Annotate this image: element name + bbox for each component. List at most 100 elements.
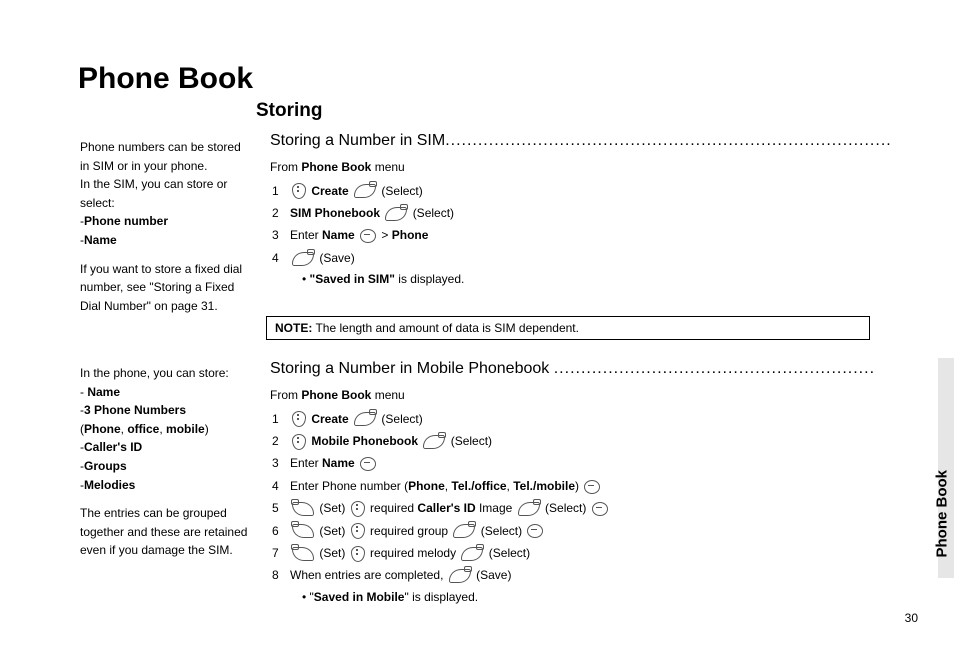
from-menu-line-2: From Phone Book menu: [270, 386, 890, 405]
mob-step4-b3: Tel./mobile: [513, 479, 575, 493]
mob-step3-a: Enter: [290, 456, 322, 470]
from2-prefix: From: [270, 388, 301, 402]
sim-result-prefix: •: [302, 272, 310, 286]
mob-result-bold: Saved in Mobile: [314, 590, 405, 604]
mob-step-1: Create (Select): [270, 409, 890, 429]
sidebar-mobile-li3: -Caller's ID: [80, 438, 248, 457]
mob-step5-sel: (Select): [545, 501, 586, 515]
mob-result-prefix: • ": [302, 590, 314, 604]
mob-step-4: Enter Phone number (Phone, Tel./office, …: [270, 476, 890, 496]
main-sim: From Phone Book menu Create (Select) SIM…: [270, 158, 890, 289]
mob-step4-d: ): [575, 479, 579, 493]
mob-step-3: Enter Name: [270, 453, 890, 473]
mob-step3-b: Name: [322, 456, 355, 470]
mob-step-8: When entries are completed, (Save): [270, 565, 890, 585]
mob-step4-b1: Phone: [408, 479, 445, 493]
from-bold: Phone Book: [301, 160, 371, 174]
page-number: 30: [905, 611, 918, 625]
mob-step1-b: Create: [311, 412, 348, 426]
sim-step3-mid: >: [381, 228, 391, 242]
mob-step2-b: Mobile Phonebook: [311, 434, 418, 448]
section-heading: Storing: [256, 100, 323, 122]
nav-key-icon: [351, 523, 365, 539]
softkey-icon: [449, 569, 471, 583]
sidebar-sim-p1: Phone numbers can be stored in SIM or in…: [80, 138, 248, 175]
round-key-icon: [592, 502, 608, 516]
steps-mobile: Create (Select) Mobile Phonebook (Select…: [270, 409, 890, 586]
sim-step-3: Enter Name > Phone: [270, 225, 890, 245]
round-key-icon: [360, 229, 376, 243]
sidebar-mobile: In the phone, you can store: - Name -3 P…: [80, 364, 248, 560]
sim-step1-create: Create: [311, 184, 348, 198]
sidebar-sim-li1: -Phone number: [80, 212, 248, 231]
sidebar-mobile-li2: -3 Phone Numbers: [80, 401, 248, 420]
subheading-mobile: Storing a Number in Mobile Phonebook ...…: [270, 360, 875, 378]
sidebar-mobile-li5: -Melodies: [80, 476, 248, 495]
sim-step1-paren: (Select): [381, 184, 422, 198]
from2-suffix: menu: [371, 388, 404, 402]
mob-step-2: Mobile Phonebook (Select): [270, 431, 890, 451]
note-text: The length and amount of data is SIM dep…: [312, 321, 579, 335]
round-key-icon: [584, 480, 600, 494]
nav-key-icon: [292, 183, 306, 199]
mob-step-5: (Set) required Caller's ID Image (Select…: [270, 498, 890, 518]
mob-step7-mid: required melody: [370, 546, 456, 560]
leader-dots: ........................................…: [554, 360, 875, 377]
softkey-left-icon: [292, 502, 314, 516]
sidebar-mobile-li4: -Groups: [80, 457, 248, 476]
sim-step4-paren: (Save): [319, 251, 354, 265]
mob-step4-b2: Tel./office: [451, 479, 506, 493]
sim-result-bold: "Saved in SIM": [310, 272, 395, 286]
mob-step6-mid: required group: [370, 524, 448, 538]
sim-step2-paren: (Select): [413, 206, 454, 220]
round-key-icon: [360, 457, 376, 471]
sb2-li2a: 3 Phone Numbers: [84, 403, 186, 417]
mob-step-6: (Set) required group (Select): [270, 521, 890, 541]
sim-step3-b2: Phone: [392, 228, 429, 242]
mob-step6-sel: (Select): [481, 524, 522, 538]
mob-step-7: (Set) required melody (Select): [270, 543, 890, 563]
steps-sim: Create (Select) SIM Phonebook (Select) E…: [270, 181, 890, 269]
softkey-left-icon: [292, 547, 314, 561]
softkey-left-icon: [292, 524, 314, 538]
page-title: Phone Book: [78, 62, 253, 96]
softkey-icon: [453, 524, 475, 538]
sidebar-mobile-li2b: (Phone, office, mobile): [80, 420, 248, 439]
mob-step2-paren: (Select): [451, 434, 492, 448]
subheading-sim: Storing a Number in SIM.................…: [270, 132, 892, 150]
softkey-icon: [354, 412, 376, 426]
mob-step1-paren: (Select): [381, 412, 422, 426]
subheading-sim-text: Storing a Number in SIM: [270, 132, 445, 149]
sb2-li2b-1: Phone: [84, 422, 121, 436]
mob-step8-paren: (Save): [476, 568, 511, 582]
sim-result-suffix: is displayed.: [395, 272, 464, 286]
side-tab-label: Phone Book: [934, 470, 951, 558]
subheading-mobile-text: Storing a Number in Mobile Phonebook: [270, 360, 549, 377]
softkey-icon: [292, 252, 314, 266]
sidebar-sim-li2: -Name: [80, 231, 248, 250]
mob-step5-set: (Set): [319, 501, 345, 515]
mobile-result: • "Saved in Mobile" is displayed.: [302, 588, 890, 607]
sidebar-mobile-li1: - Name: [80, 383, 248, 402]
sb2-li5: Melodies: [84, 478, 135, 492]
sim-step-1: Create (Select): [270, 181, 890, 201]
mob-step5-b: Caller's ID: [417, 501, 475, 515]
nav-key-icon: [351, 501, 365, 517]
mob-step5-img: Image: [476, 501, 513, 515]
page: Phone Book 30 Phone Book Storing Storing…: [0, 0, 954, 647]
mob-step8-a: When entries are completed,: [290, 568, 443, 582]
round-key-icon: [527, 524, 543, 538]
sb2-li2b-2: office: [127, 422, 159, 436]
main-mobile: From Phone Book menu Create (Select) Mob…: [270, 386, 890, 606]
mob-step6-set: (Set): [319, 524, 345, 538]
sb2-li3: Caller's ID: [84, 440, 142, 454]
softkey-icon: [461, 547, 483, 561]
mob-result-suffix: " is displayed.: [404, 590, 478, 604]
nav-key-icon: [351, 546, 365, 562]
mob-step7-set: (Set): [319, 546, 345, 560]
sim-result: • "Saved in SIM" is displayed.: [302, 270, 890, 289]
sim-step2-b: SIM Phonebook: [290, 206, 380, 220]
sb2-li2b-close: ): [205, 422, 209, 436]
note-label: NOTE:: [275, 321, 312, 335]
sim-step-4: (Save): [270, 248, 890, 268]
